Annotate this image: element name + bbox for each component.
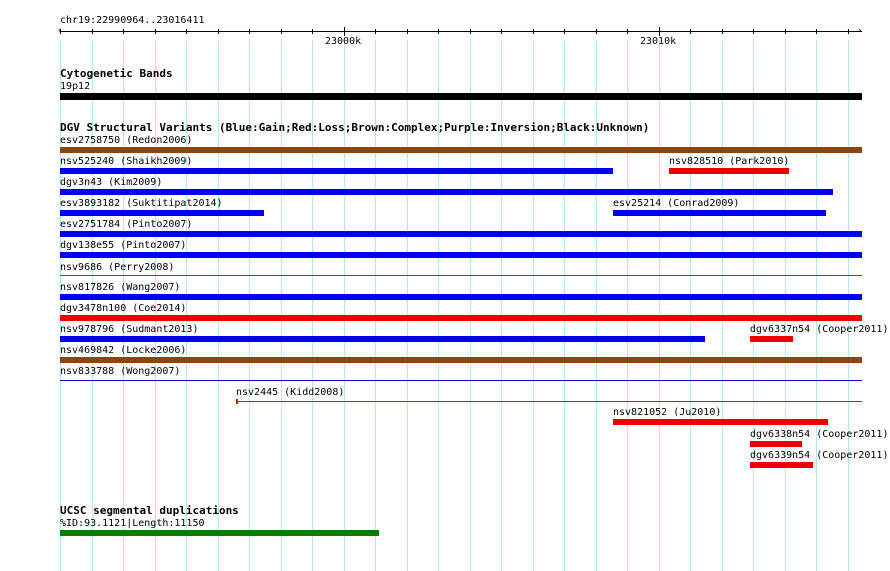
feature-label-nsv817826[interactable]: nsv817826 (Wang2007) [60,282,180,293]
feature-bar-esv25214[interactable] [613,210,826,216]
feature-bar-nsv833788[interactable] [60,380,862,381]
ruler-tick [123,29,124,34]
ruler-tick [564,29,565,34]
feature-bar-nsv828510[interactable] [669,168,789,174]
feature-label-esv3893182[interactable]: esv3893182 (Suktitipat2014) [60,198,223,209]
feature-label-nsv2445[interactable]: nsv2445 (Kidd2008) [236,387,344,398]
feature-label-dgv3478n100[interactable]: dgv3478n100 (Coe2014) [60,303,186,314]
feature-bar-dgv6339n54[interactable] [750,462,813,468]
feature-label-nsv978796[interactable]: nsv978796 (Sudmant2013) [60,324,198,335]
ruler-tick [92,29,93,34]
ruler-tick [186,29,187,34]
ruler-tick [375,29,376,34]
feature-label-nsv469842[interactable]: nsv469842 (Locke2006) [60,345,186,356]
feature-label-dgv6337n54[interactable]: dgv6337n54 (Cooper2011) [750,324,888,335]
ruler-tick [690,29,691,34]
ruler-tick [848,29,849,34]
feature-bar-nsv9686[interactable] [60,275,862,276]
ruler-tick [60,29,61,34]
ruler-tick [533,29,534,34]
feature-bar-nsv978796[interactable] [60,336,705,342]
ruler-tick [816,29,817,34]
ruler-right-arrow-icon: › [857,26,863,36]
ruler-major-tick [659,27,660,36]
ruler-major-tick [344,27,345,36]
segdup-track-title: UCSC segmental duplications [60,504,239,517]
feature-bar-dgv3478n100[interactable] [60,315,862,321]
ruler-label-23000k: 23000k [325,36,362,47]
feature-label-dgv6338n54[interactable]: dgv6338n54 (Cooper2011) [750,429,888,440]
feature-bar-dgv3n43[interactable] [60,189,833,195]
ruler-tick [281,29,282,34]
ruler-tick [627,29,628,34]
feature-label-nsv828510[interactable]: nsv828510 (Park2010) [669,156,789,167]
ruler-tick [249,29,250,34]
feature-bar-nsv817826[interactable] [60,294,862,300]
feature-label-nsv9686[interactable]: nsv9686 (Perry2008) [60,262,174,273]
cytoband-track-title: Cytogenetic Bands [60,67,173,80]
segdup-feature-bar[interactable] [60,530,379,536]
feature-label-dgv3n43[interactable]: dgv3n43 (Kim2009) [60,177,162,188]
ruler-tick [596,29,597,34]
feature-bar-esv2758750[interactable] [60,147,862,153]
feature-label-esv25214[interactable]: esv25214 (Conrad2009) [613,198,739,209]
feature-bar-nsv2445-start-mark [236,399,238,404]
ruler-tick [438,29,439,34]
cytoband-bar[interactable] [60,93,862,100]
ruler-tick [155,29,156,34]
feature-label-esv2758750[interactable]: esv2758750 (Redon2006) [60,135,192,146]
ruler-tick [312,29,313,34]
feature-bar-nsv2445[interactable] [236,401,862,402]
feature-bar-esv2751784[interactable] [60,231,862,237]
ruler-tick [753,29,754,34]
ruler-tick [218,29,219,34]
feature-label-nsv525240[interactable]: nsv525240 (Shaikh2009) [60,156,192,167]
feature-bar-dgv6338n54[interactable] [750,441,802,447]
feature-bar-dgv138e55[interactable] [60,252,862,258]
feature-label-dgv6339n54[interactable]: dgv6339n54 (Cooper2011) [750,450,888,461]
feature-bar-nsv821052[interactable] [613,419,828,425]
position-label: chr19:22990964..23016411 [60,15,205,26]
feature-label-nsv833788[interactable]: nsv833788 (Wong2007) [60,366,180,377]
feature-label-nsv821052[interactable]: nsv821052 (Ju2010) [613,407,721,418]
feature-bar-nsv469842[interactable] [60,357,862,363]
cytoband-label: 19p12 [60,81,91,92]
feature-label-dgv138e55[interactable]: dgv138e55 (Pinto2007) [60,240,186,251]
segdup-feature-label[interactable]: %ID:93.1121|Length:11150 [60,518,205,529]
feature-bar-dgv6337n54[interactable] [750,336,793,342]
ruler-tick [470,29,471,34]
ruler-tick [501,29,502,34]
feature-label-esv2751784[interactable]: esv2751784 (Pinto2007) [60,219,192,230]
ruler-tick [785,29,786,34]
ruler-axis[interactable] [60,31,862,32]
feature-bar-nsv525240[interactable] [60,168,613,174]
ruler-tick [722,29,723,34]
feature-bar-esv3893182[interactable] [60,210,264,216]
dgv-track-title: DGV Structural Variants (Blue:Gain;Red:L… [60,121,650,134]
ruler-label-23010k: 23010k [640,36,677,47]
ruler-tick [407,29,408,34]
